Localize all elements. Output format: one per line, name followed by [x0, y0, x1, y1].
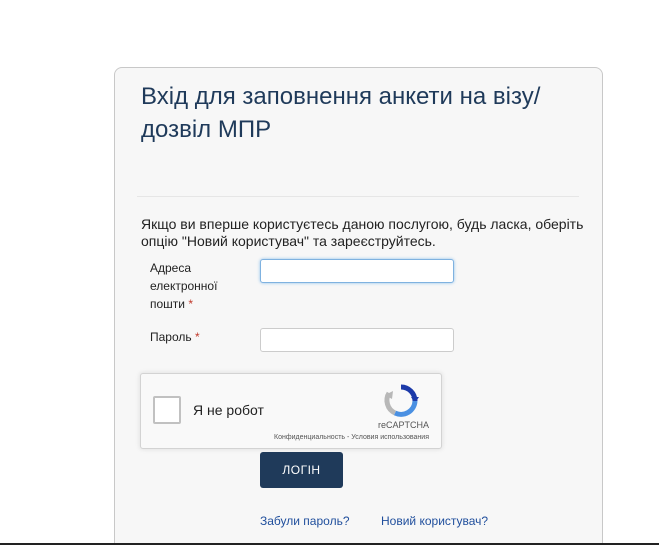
page: Вхід для заповнення анкети на візу/ дозв…	[0, 0, 659, 545]
recaptcha-terms-link[interactable]: Условия использования	[351, 434, 429, 441]
recaptcha-privacy-link[interactable]: Конфиденциальность	[274, 434, 345, 441]
password-label-text: Пароль	[150, 330, 192, 344]
page-title: Вхід для заповнення анкети на візу/ дозв…	[141, 83, 541, 143]
email-input[interactable]	[260, 259, 454, 283]
recaptcha-links: Конфиденциальность - Условия использован…	[274, 434, 429, 441]
intro-text: Якщо ви вперше користуєтесь даною послуг…	[141, 216, 584, 249]
password-label: Пароль *	[150, 328, 250, 346]
password-input[interactable]	[260, 328, 454, 352]
login-panel: Вхід для заповнення анкети на візу/ дозв…	[114, 67, 603, 545]
email-label-text: Адреса електронної пошти	[150, 261, 218, 311]
login-button[interactable]: ЛОГІН	[260, 452, 343, 488]
email-required-mark: *	[188, 297, 194, 311]
new-user-link[interactable]: Новий користувач?	[381, 514, 488, 528]
recaptcha-widget: Я не робот reCAPTCHA Конфиденциальность …	[140, 373, 442, 449]
password-required-mark: *	[194, 330, 200, 344]
title-divider	[137, 196, 579, 197]
email-label: Адреса електронної пошти *	[150, 259, 250, 313]
recaptcha-label: Я не робот	[193, 402, 264, 418]
recaptcha-logo-icon	[384, 384, 419, 417]
recaptcha-checkbox[interactable]	[153, 396, 181, 424]
recaptcha-brand: reCAPTCHA	[377, 420, 429, 430]
forgot-password-link[interactable]: Забули пароль?	[260, 514, 350, 528]
